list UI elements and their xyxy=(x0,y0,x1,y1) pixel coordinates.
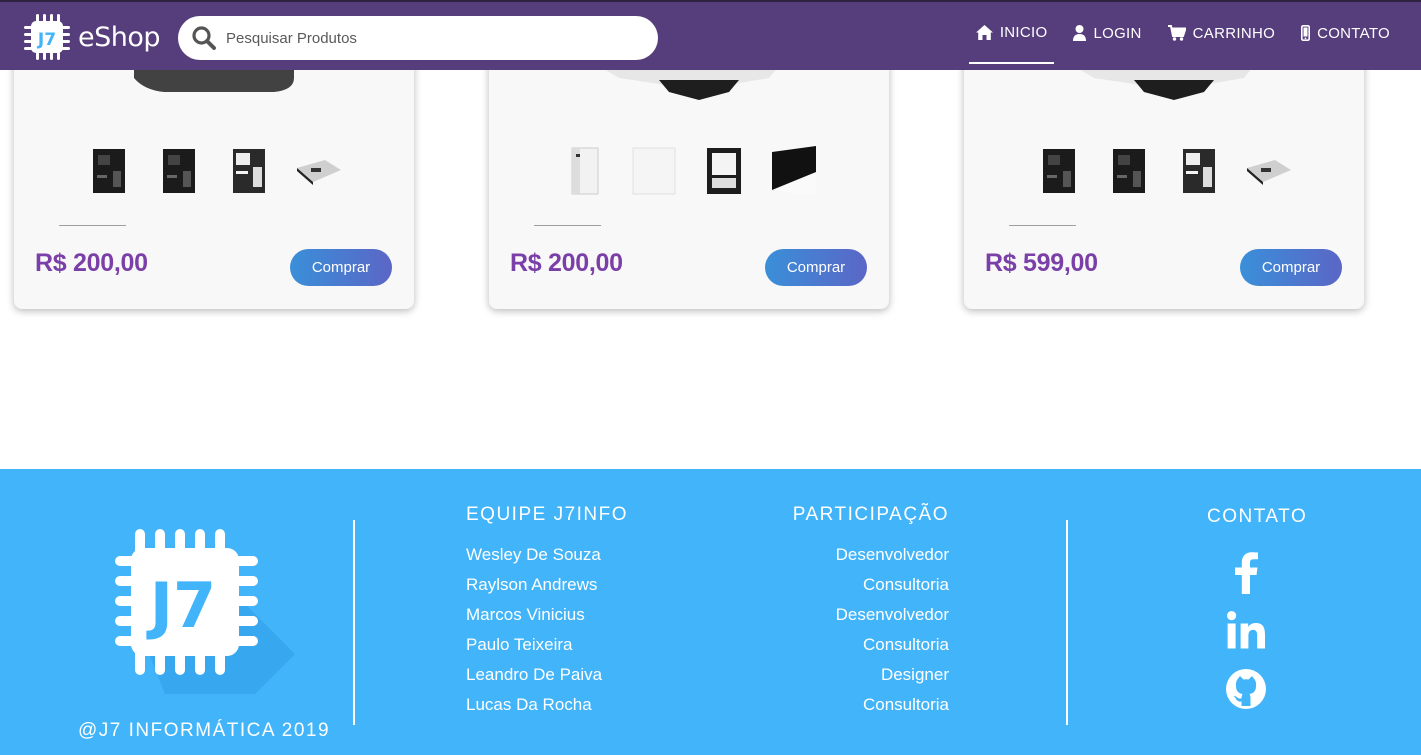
team-role: Consultoria xyxy=(863,695,949,714)
product-card: R$ 200,00 Comprar xyxy=(14,40,414,309)
product-thumbnail[interactable] xyxy=(699,144,749,198)
brand-logo[interactable]: J7 eShop xyxy=(22,12,161,62)
team-member: Marcos Vinicius xyxy=(466,605,585,624)
roles-list: Desenvolvedor Consultoria Desenvolvedor … xyxy=(836,540,949,720)
footer-divider xyxy=(1066,520,1068,725)
buy-button[interactable]: Comprar xyxy=(290,249,392,286)
product-thumbnail[interactable] xyxy=(1174,144,1224,198)
phone-icon xyxy=(1301,25,1311,41)
team-role: Desenvolvedor xyxy=(835,605,949,624)
search-bar xyxy=(178,16,658,60)
nav-item-inicio[interactable]: INICIO xyxy=(968,2,1055,64)
home-icon xyxy=(975,24,993,40)
footer-divider xyxy=(353,520,355,725)
nav-item-label: LOGIN xyxy=(1093,24,1142,42)
svg-text:J7: J7 xyxy=(37,30,56,50)
team-member: Leandro De Paiva xyxy=(466,665,603,684)
team-role: Desenvolvedor xyxy=(835,545,949,564)
product-thumbnail[interactable] xyxy=(1244,144,1294,198)
team-title: EQUIPE J7INFO xyxy=(466,504,629,525)
product-price: R$ 200,00 xyxy=(510,249,623,277)
nav-item-label: CONTATO xyxy=(1317,24,1390,42)
linkedin-icon xyxy=(1227,611,1265,649)
nav-item-login[interactable]: LOGIN xyxy=(1066,2,1148,64)
nav-menu: INICIO LOGIN CARRINHO CONTATO xyxy=(957,2,1397,72)
product-thumbnail[interactable] xyxy=(769,144,819,198)
card-divider xyxy=(59,225,126,226)
card-divider xyxy=(534,225,601,226)
nav-item-label: INICIO xyxy=(999,23,1048,41)
team-role: Consultoria xyxy=(863,575,949,594)
facebook-link[interactable] xyxy=(1224,551,1268,595)
buy-button[interactable]: Comprar xyxy=(765,249,867,286)
card-divider xyxy=(1009,225,1076,226)
user-icon xyxy=(1073,25,1087,41)
nav-item-carrinho[interactable]: CARRINHO xyxy=(1161,2,1282,64)
team-member: Wesley De Souza xyxy=(466,545,601,564)
chip-logo-icon: J7 xyxy=(115,529,295,694)
buy-button[interactable]: Comprar xyxy=(1240,249,1342,286)
search-icon[interactable] xyxy=(191,25,217,51)
brand-name: eShop xyxy=(78,21,161,53)
team-role: Designer xyxy=(880,665,949,684)
search-input[interactable] xyxy=(226,29,626,47)
svg-text:J7: J7 xyxy=(146,569,216,642)
thumbnail-strip xyxy=(964,144,1364,198)
roles-title: PARTICIPAÇÃO xyxy=(792,504,949,525)
product-thumbnail[interactable] xyxy=(294,144,344,198)
github-icon xyxy=(1226,669,1266,709)
product-thumbnail[interactable] xyxy=(154,144,204,198)
team-list: Wesley De Souza Raylson Andrews Marcos V… xyxy=(466,540,602,720)
product-thumbnail[interactable] xyxy=(629,144,679,198)
team-member: Lucas Da Rocha xyxy=(466,695,592,714)
team-role: Consultoria xyxy=(863,635,949,654)
thumbnail-strip xyxy=(14,144,414,198)
cart-icon xyxy=(1167,25,1186,41)
facebook-icon xyxy=(1235,552,1258,594)
github-link[interactable] xyxy=(1224,667,1268,711)
product-thumbnail[interactable] xyxy=(1034,144,1084,198)
contact-title: CONTATO xyxy=(1207,506,1308,527)
product-thumbnail[interactable] xyxy=(84,144,134,198)
product-card: R$ 599,00 Comprar xyxy=(964,40,1364,309)
product-thumbnail[interactable] xyxy=(559,144,609,198)
product-thumbnail[interactable] xyxy=(224,144,274,198)
nav-item-label: CARRINHO xyxy=(1192,24,1276,42)
thumbnail-strip xyxy=(489,144,889,198)
product-price: R$ 200,00 xyxy=(35,249,148,277)
team-member: Raylson Andrews xyxy=(466,575,598,594)
copyright-text: @J7 INFORMÁTICA 2019 xyxy=(78,720,331,741)
product-card: R$ 200,00 Comprar xyxy=(489,40,889,309)
linkedin-link[interactable] xyxy=(1224,608,1268,652)
nav-item-contato[interactable]: CONTATO xyxy=(1294,2,1397,64)
product-price: R$ 599,00 xyxy=(985,249,1098,277)
footer: J7 @J7 INFORMÁTICA 2019 EQUIPE J7INFO We… xyxy=(0,469,1421,755)
navbar: J7 eShop INICIO LOGIN xyxy=(0,0,1421,70)
chip-logo-icon: J7 xyxy=(24,14,70,60)
product-thumbnail[interactable] xyxy=(1104,144,1154,198)
team-member: Paulo Teixeira xyxy=(466,635,573,654)
